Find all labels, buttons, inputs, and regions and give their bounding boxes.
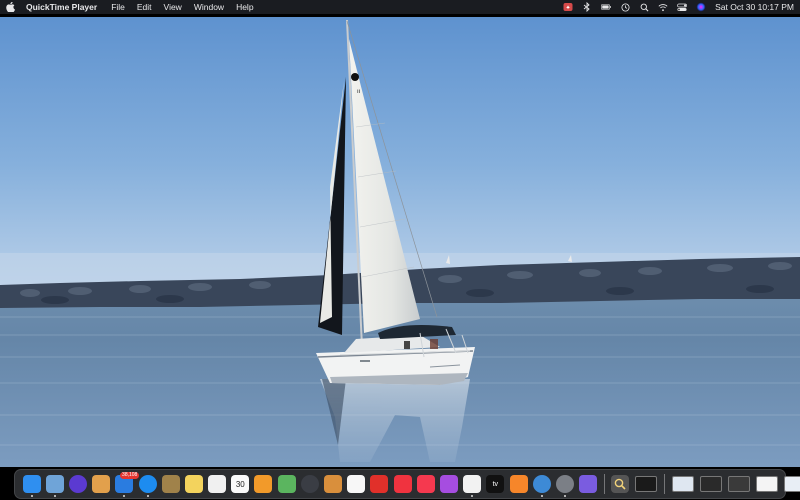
apple-menu-icon[interactable] xyxy=(6,2,16,12)
notefile-app-icon[interactable] xyxy=(161,475,180,493)
dock-app-list: 38,108 30 tv xyxy=(20,472,600,497)
menu-clock[interactable]: Sat Oct 30 10:17 PM xyxy=(715,2,794,12)
minimized-window-2[interactable] xyxy=(671,476,694,492)
minimized-window-4[interactable] xyxy=(727,476,750,492)
music-app-icon[interactable] xyxy=(416,475,435,493)
apple-tv-label: tv xyxy=(492,480,499,488)
menu-help[interactable]: Help xyxy=(236,2,253,12)
dock-separator xyxy=(663,474,665,494)
image-capture-app-icon[interactable] xyxy=(324,475,343,493)
quicktime-app-icon[interactable] xyxy=(532,475,551,497)
preview-app-icon[interactable] xyxy=(45,475,64,497)
system-preferences-app-icon[interactable] xyxy=(555,475,574,497)
siri-icon[interactable] xyxy=(696,2,706,12)
wifi-icon[interactable] xyxy=(658,2,668,12)
dock-separator xyxy=(603,474,605,494)
time-machine-icon[interactable] xyxy=(620,2,630,12)
launchpad-app-icon[interactable] xyxy=(92,475,111,493)
running-indicator xyxy=(123,495,126,497)
notes-app-icon[interactable] xyxy=(184,475,203,493)
reminders-app-icon[interactable] xyxy=(208,475,227,493)
magnifier-app-icon[interactable] xyxy=(611,475,630,493)
safari-app-icon[interactable] xyxy=(138,475,157,497)
minimized-window-6[interactable] xyxy=(783,476,800,492)
running-indicator xyxy=(471,495,474,497)
menu-file[interactable]: File xyxy=(111,2,125,12)
creative-cloud-icon[interactable]: ✦ xyxy=(563,2,573,12)
siri-app-icon[interactable] xyxy=(68,475,87,493)
imovie-app-icon[interactable] xyxy=(579,475,598,493)
battery-icon[interactable] xyxy=(601,2,611,12)
calendar-date-label: 30 xyxy=(235,479,245,489)
no-entry-app-app-icon[interactable] xyxy=(370,475,389,493)
podcasts-app-icon[interactable] xyxy=(439,475,458,493)
bluetooth-icon[interactable] xyxy=(582,2,592,12)
svg-text:ıı: ıı xyxy=(357,89,361,95)
running-indicator xyxy=(563,495,566,497)
menu-view[interactable]: View xyxy=(164,2,182,12)
finder-app-icon[interactable] xyxy=(22,475,41,497)
svg-text:✦: ✦ xyxy=(566,4,571,11)
control-center-icon[interactable] xyxy=(677,2,688,12)
status-area: ✦ Sat Oct 30 10:17 PM xyxy=(563,2,794,12)
minimized-window-3[interactable] xyxy=(699,476,722,492)
running-indicator xyxy=(146,495,149,497)
maps-app-icon[interactable] xyxy=(277,475,296,493)
mail-unread-badge: 38,108 xyxy=(120,472,140,479)
minimized-window-1[interactable] xyxy=(634,476,657,492)
calendar-app-icon[interactable]: 30 xyxy=(231,475,250,493)
photos-app-icon[interactable] xyxy=(463,475,482,497)
books-app-icon[interactable] xyxy=(509,475,528,493)
video-frame[interactable]: ıı xyxy=(0,17,800,467)
mail-app-icon[interactable]: 38,108 xyxy=(115,472,140,497)
spotlight-search-icon[interactable] xyxy=(639,2,649,12)
pages-app-icon[interactable] xyxy=(254,475,273,493)
calendar-date-app-icon[interactable] xyxy=(347,475,366,493)
menu-bar: QuickTime Player File Edit View Window H… xyxy=(0,0,800,14)
menu-window[interactable]: Window xyxy=(194,2,224,12)
running-indicator xyxy=(30,495,33,497)
menu-edit[interactable]: Edit xyxy=(137,2,152,12)
running-indicator xyxy=(53,495,56,497)
dock: 38,108 30 tv xyxy=(14,469,800,499)
news-app-icon[interactable] xyxy=(393,475,412,493)
running-indicator xyxy=(540,495,543,497)
apple-tv-app-icon[interactable]: tv xyxy=(486,475,505,493)
app-name-menu[interactable]: QuickTime Player xyxy=(26,2,97,12)
camera-app-app-icon[interactable] xyxy=(300,475,319,493)
video-content: ıı xyxy=(0,17,800,467)
minimized-window-5[interactable] xyxy=(755,476,778,492)
